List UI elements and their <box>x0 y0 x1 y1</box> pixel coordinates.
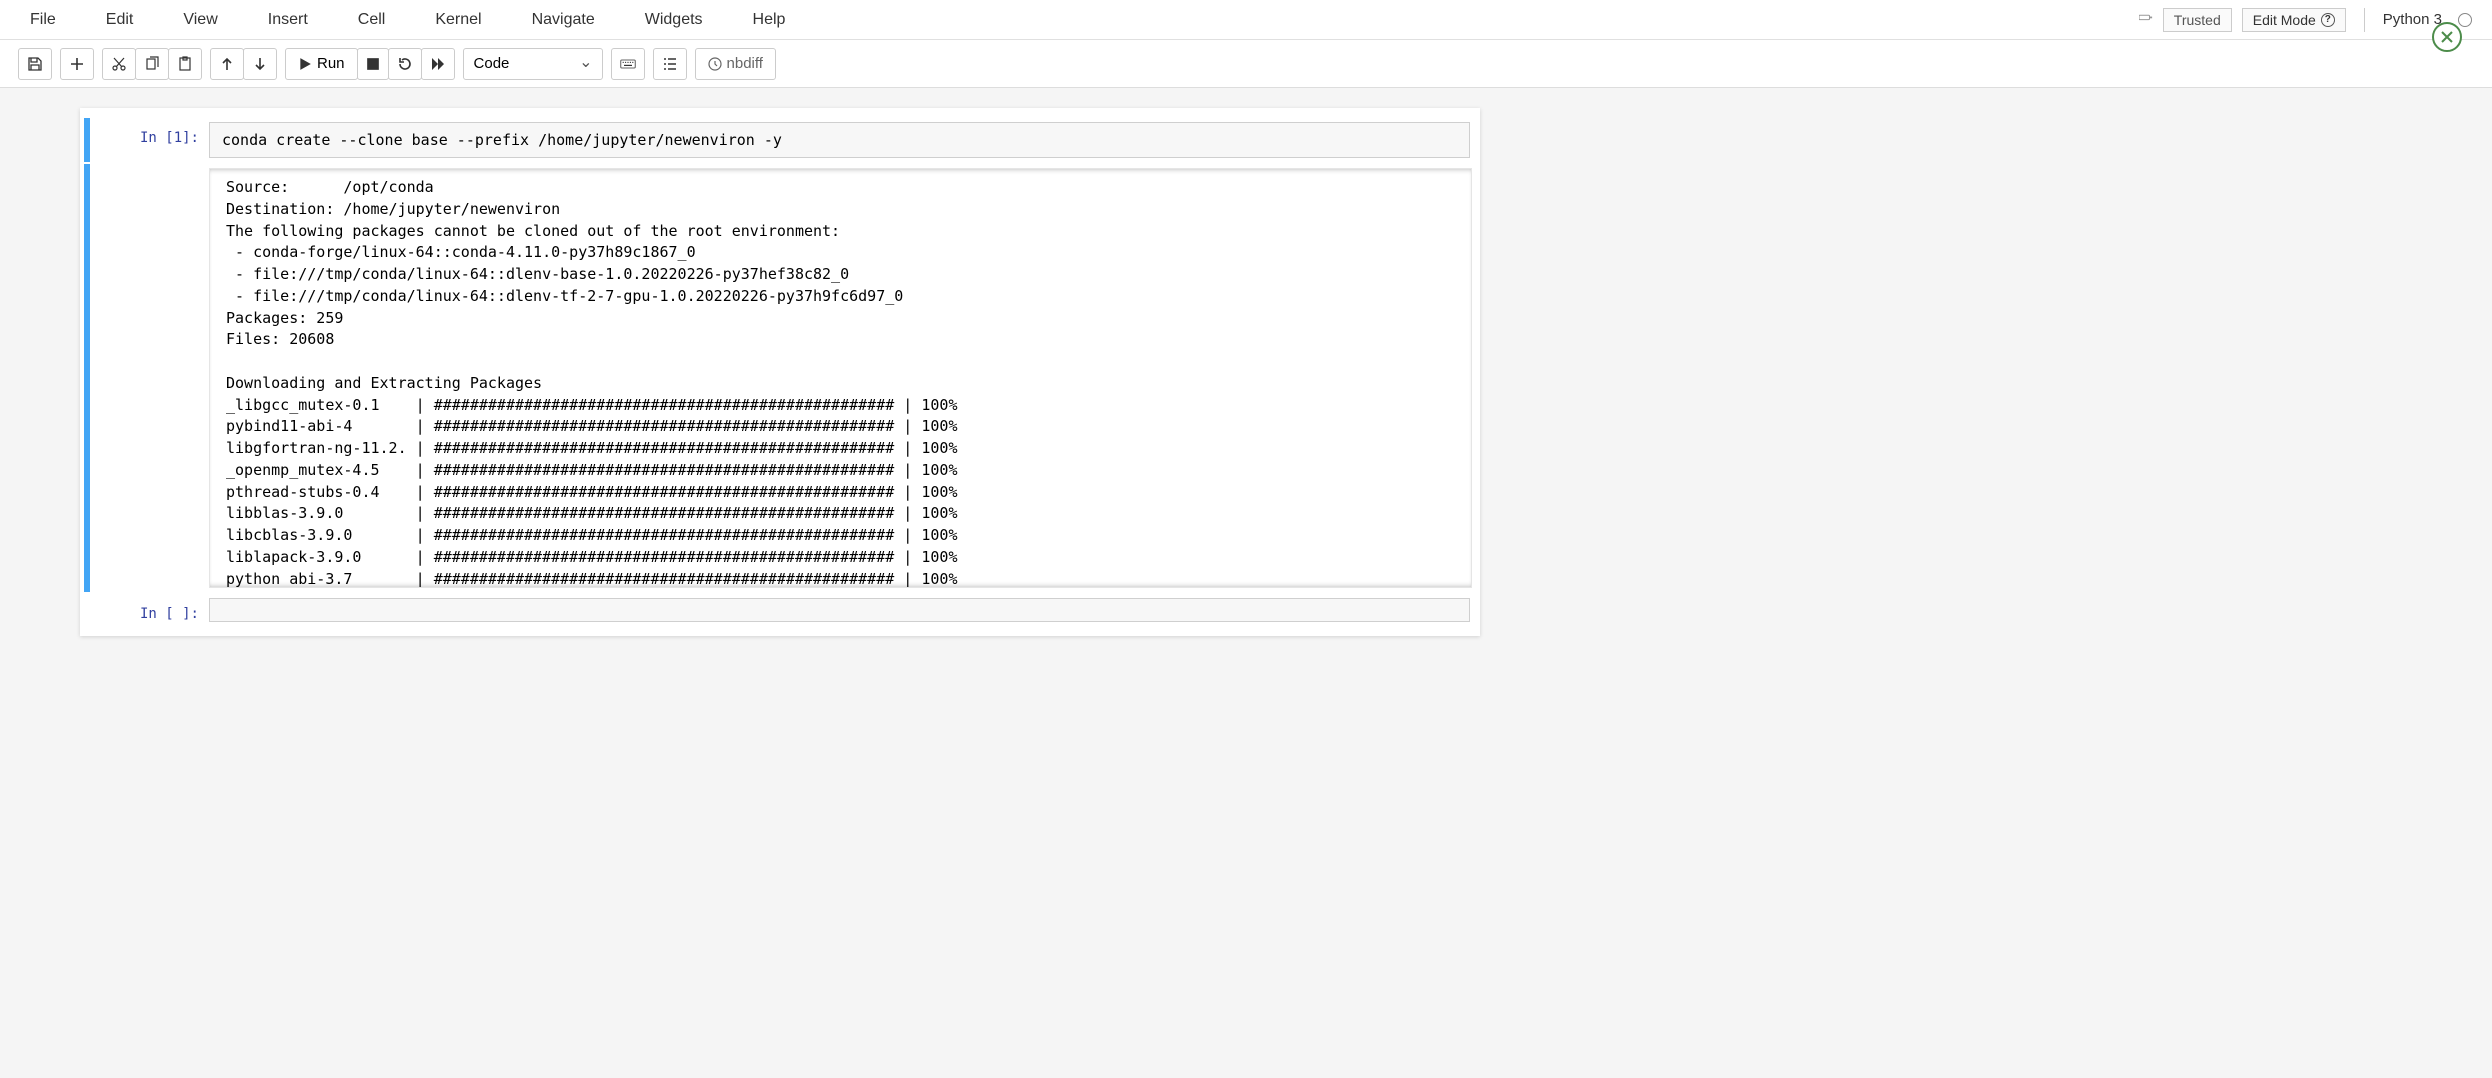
code-input[interactable]: conda create --clone base --prefix /home… <box>209 122 1470 158</box>
restart-button[interactable] <box>388 48 422 80</box>
move-down-button[interactable] <box>243 48 277 80</box>
trusted-badge[interactable]: Trusted <box>2163 8 2232 32</box>
nbdiff-label: nbdiff <box>727 55 763 72</box>
cell-output[interactable]: Source: /opt/conda Destination: /home/ju… <box>209 168 1472 588</box>
menubar: File Edit View Insert Cell Kernel Naviga… <box>0 0 2492 40</box>
close-button[interactable] <box>2432 22 2462 52</box>
move-group <box>210 48 277 80</box>
clock-icon <box>708 57 722 71</box>
menu-widgets[interactable]: Widgets <box>635 5 713 35</box>
toc-button[interactable] <box>653 48 687 80</box>
celltype-select[interactable]: Code <box>463 48 603 80</box>
menu-insert[interactable]: Insert <box>258 5 318 35</box>
cut-button[interactable] <box>102 48 136 80</box>
paste-button[interactable] <box>168 48 202 80</box>
interrupt-button[interactable] <box>357 48 389 80</box>
fast-forward-icon <box>430 56 446 72</box>
output-prompt <box>84 168 209 588</box>
notebook-container: In [1]: conda create --clone base --pref… <box>80 108 1480 636</box>
stop-icon <box>366 57 380 71</box>
run-group: Run <box>285 48 455 80</box>
notification-icon <box>2139 10 2153 29</box>
plus-icon <box>69 56 85 72</box>
restart-run-all-button[interactable] <box>421 48 455 80</box>
menubar-left: File Edit View Insert Cell Kernel Naviga… <box>20 5 795 35</box>
edit-group <box>102 48 202 80</box>
run-button[interactable]: Run <box>285 48 358 80</box>
output-row: Source: /opt/conda Destination: /home/ju… <box>84 164 1476 592</box>
close-icon <box>2439 29 2455 45</box>
menu-kernel[interactable]: Kernel <box>425 5 491 35</box>
kernel-idle-icon[interactable] <box>2458 13 2472 27</box>
save-icon <box>27 56 43 72</box>
celltype-select-wrapper: Code <box>463 48 603 80</box>
menubar-right: Trusted Edit Mode ? Python 3 <box>2139 8 2472 32</box>
insert-cell-below-button[interactable] <box>60 48 94 80</box>
run-label: Run <box>317 55 345 72</box>
kernel-name[interactable]: Python 3 <box>2383 11 2442 28</box>
move-up-button[interactable] <box>210 48 244 80</box>
menu-navigate[interactable]: Navigate <box>522 5 605 35</box>
menu-edit[interactable]: Edit <box>96 5 144 35</box>
arrow-down-icon <box>252 56 268 72</box>
nbdiff-button[interactable]: nbdiff <box>695 48 776 80</box>
input-prompt: In [ ]: <box>84 598 209 622</box>
save-button[interactable] <box>18 48 52 80</box>
cut-icon <box>111 56 127 72</box>
input-prompt: In [1]: <box>84 122 209 158</box>
edit-mode-badge[interactable]: Edit Mode ? <box>2242 8 2346 32</box>
command-palette-button[interactable] <box>611 48 645 80</box>
toolbar: Run Code nbdiff <box>0 40 2492 88</box>
copy-button[interactable] <box>135 48 169 80</box>
keyboard-icon <box>620 56 636 72</box>
code-cell[interactable]: In [1]: conda create --clone base --pref… <box>84 118 1476 162</box>
restart-icon <box>397 56 413 72</box>
play-icon <box>298 57 312 71</box>
menu-cell[interactable]: Cell <box>348 5 396 35</box>
paste-icon <box>177 56 193 72</box>
menu-view[interactable]: View <box>173 5 227 35</box>
code-cell[interactable]: In [ ]: <box>84 594 1476 626</box>
separator <box>2364 8 2365 32</box>
copy-icon <box>144 56 160 72</box>
menu-file[interactable]: File <box>20 5 66 35</box>
code-input[interactable] <box>209 598 1470 622</box>
menu-help[interactable]: Help <box>743 5 796 35</box>
help-icon: ? <box>2321 13 2335 27</box>
list-icon <box>662 56 678 72</box>
edit-mode-label: Edit Mode <box>2253 12 2316 28</box>
arrow-up-icon <box>219 56 235 72</box>
